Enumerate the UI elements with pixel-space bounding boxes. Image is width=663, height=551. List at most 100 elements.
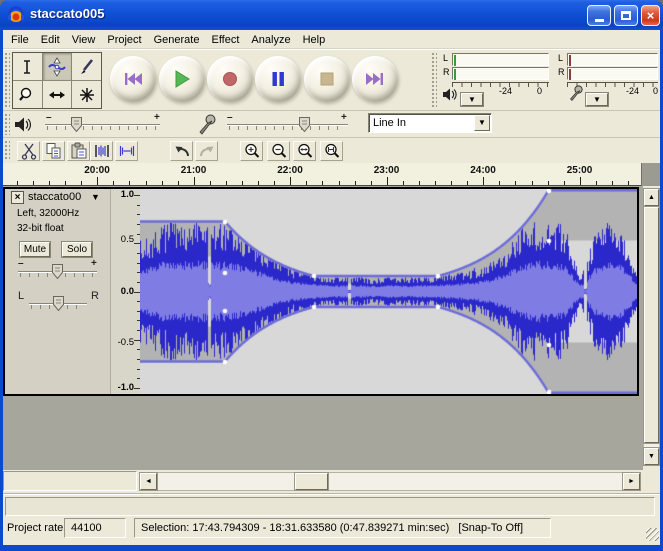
track-title[interactable]: staccato00 xyxy=(28,191,81,203)
selection-tool-button[interactable] xyxy=(13,53,42,80)
speaker-icon xyxy=(442,87,457,102)
menu-item-view[interactable]: View xyxy=(66,33,102,47)
mixer-gripper[interactable] xyxy=(4,113,10,135)
ruler-tick xyxy=(178,181,179,185)
tools-toolbar xyxy=(12,52,102,109)
scroll-down-button[interactable]: ▼ xyxy=(644,448,659,465)
slider-thumb[interactable] xyxy=(53,296,64,311)
menu-item-analyze[interactable]: Analyze xyxy=(245,33,296,47)
track-close-button[interactable]: × xyxy=(11,191,24,204)
zoom-tool-button[interactable] xyxy=(13,81,42,108)
scroll-up-button[interactable]: ▲ xyxy=(644,189,659,206)
minimize-button[interactable] xyxy=(587,5,611,26)
ruler-tick xyxy=(532,181,533,185)
solo-button[interactable]: Solo xyxy=(62,242,92,257)
output-meter-dropdown[interactable]: ▼ xyxy=(461,93,483,106)
menu-item-file[interactable]: File xyxy=(5,33,35,47)
vertical-scroll-thumb[interactable] xyxy=(644,207,659,443)
ruler-tick xyxy=(81,181,82,185)
zoom-out-button[interactable] xyxy=(267,141,290,161)
input-meter[interactable]: L R -24 0 ▼ xyxy=(556,51,660,109)
menu-item-generate[interactable]: Generate xyxy=(148,33,206,47)
stop-button[interactable] xyxy=(304,56,350,102)
multitool-star-icon xyxy=(77,85,97,105)
horizontal-scroll-thumb[interactable] xyxy=(295,473,328,490)
input-source-value: Line In xyxy=(373,117,406,129)
ruler-tick xyxy=(483,177,484,185)
cut-button[interactable] xyxy=(17,141,40,161)
mute-label: Mute xyxy=(24,244,46,255)
ruler-tick xyxy=(242,181,243,185)
skip-to-end-button[interactable] xyxy=(352,56,398,102)
redo-button[interactable] xyxy=(195,141,218,161)
input-volume-slider[interactable] xyxy=(227,114,348,136)
fit-project-button[interactable] xyxy=(320,141,343,161)
menu-item-effect[interactable]: Effect xyxy=(205,33,245,47)
input-source-select[interactable]: Line In ▼ xyxy=(368,113,492,133)
copy-button[interactable] xyxy=(42,141,65,161)
arrow-up-icon: ▲ xyxy=(648,194,655,201)
fit-selection-button[interactable] xyxy=(293,141,316,161)
meter-toolbar-gripper[interactable] xyxy=(431,52,437,107)
gain-slider[interactable] xyxy=(18,261,97,283)
silence-icon xyxy=(118,142,136,160)
output-volume-slider[interactable] xyxy=(45,114,160,136)
menu-item-project[interactable]: Project xyxy=(101,33,147,47)
undo-button[interactable] xyxy=(170,141,193,161)
project-rate-value[interactable]: 44100 xyxy=(64,518,126,538)
slider-thumb[interactable] xyxy=(52,264,63,279)
waveform-canvas[interactable] xyxy=(140,189,637,394)
minimize-icon xyxy=(595,19,604,22)
input-meter-right-bar xyxy=(567,67,658,80)
pan-right-label: R xyxy=(91,290,99,302)
draw-tool-button[interactable] xyxy=(72,53,101,80)
maximize-button[interactable] xyxy=(614,5,638,26)
timeshift-tool-button[interactable] xyxy=(43,81,72,108)
vertical-ruler[interactable]: 1.00.50.0-0.5-1.0 xyxy=(110,189,140,394)
ruler-tick xyxy=(146,181,147,185)
pause-icon xyxy=(270,71,286,87)
ruler-tick xyxy=(210,181,211,185)
close-button[interactable]: × xyxy=(641,5,660,26)
app-window: staccato005 × FileEditViewProjectGenerat… xyxy=(0,0,663,551)
silence-button[interactable] xyxy=(115,141,138,161)
paste-icon xyxy=(70,142,88,160)
time-ruler[interactable]: 20:0021:0022:0023:0024:0025:00 xyxy=(3,163,641,186)
paste-button[interactable] xyxy=(67,141,90,161)
zoom-out-icon xyxy=(270,142,288,160)
pan-slider[interactable] xyxy=(29,293,87,315)
close-icon: × xyxy=(647,9,655,22)
output-meter[interactable]: L R -24 0 ▼ xyxy=(441,51,553,109)
scroll-left-button[interactable]: ◄ xyxy=(140,473,157,490)
resize-grip[interactable] xyxy=(646,528,659,541)
edit-gripper[interactable] xyxy=(4,140,10,161)
status-bar: Project rate: 44100 Selection: 17:43.794… xyxy=(3,517,660,541)
ruler-tick xyxy=(226,181,227,185)
pause-button[interactable] xyxy=(255,56,301,102)
horizontal-scrollbar[interactable]: ◄ ► xyxy=(139,472,641,491)
multi-tool-button[interactable] xyxy=(72,81,101,108)
track-menu-arrow-icon[interactable]: ▼ xyxy=(91,192,100,202)
output-meter-right-bar xyxy=(452,67,549,80)
skip-to-start-button[interactable] xyxy=(110,56,156,102)
slider-thumb[interactable] xyxy=(299,117,310,132)
play-button[interactable] xyxy=(159,56,205,102)
ibeam-icon xyxy=(17,57,37,77)
vertical-scrollbar[interactable]: ▲ ▼ xyxy=(643,188,660,466)
input-meter-dropdown[interactable]: ▼ xyxy=(586,93,608,106)
envelope-tool-button[interactable] xyxy=(43,53,72,80)
trim-button[interactable] xyxy=(90,141,113,161)
scroll-right-button[interactable]: ► xyxy=(623,473,640,490)
ruler-tick xyxy=(113,181,114,185)
menu-item-edit[interactable]: Edit xyxy=(35,33,66,47)
record-button[interactable] xyxy=(207,56,253,102)
zoom-in-button[interactable] xyxy=(240,141,263,161)
menu-item-help[interactable]: Help xyxy=(297,33,332,47)
combo-dropdown-button[interactable]: ▼ xyxy=(474,115,490,131)
toolbar-gripper[interactable] xyxy=(4,52,10,107)
arrow-left-icon: ◄ xyxy=(145,478,152,485)
mute-button[interactable]: Mute xyxy=(20,242,50,257)
ruler-tick xyxy=(306,181,307,185)
slider-thumb[interactable] xyxy=(71,117,82,132)
title-bar[interactable]: staccato005 × xyxy=(0,0,663,30)
